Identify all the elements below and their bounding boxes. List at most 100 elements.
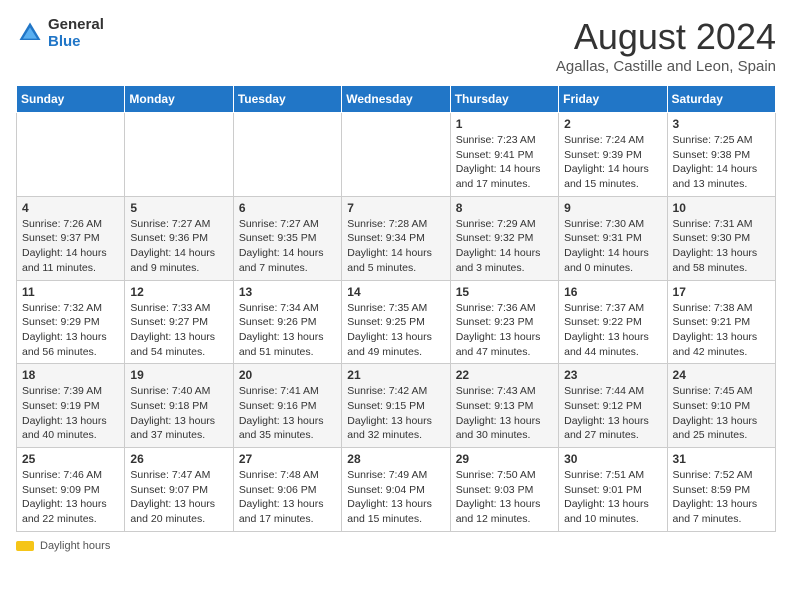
calendar-cell: 16 Sunrise: 7:37 AM Sunset: 9:22 PM Dayli…: [559, 280, 667, 364]
day-info: Sunrise: 7:27 AM Sunset: 9:35 PM Dayligh…: [239, 217, 336, 276]
day-number: 2: [564, 117, 661, 131]
logo-text: General Blue: [48, 16, 104, 50]
day-info: Sunrise: 7:39 AM Sunset: 9:19 PM Dayligh…: [22, 384, 119, 443]
calendar-week-5: 25 Sunrise: 7:46 AM Sunset: 9:09 PM Dayli…: [17, 448, 776, 532]
day-info: Sunrise: 7:50 AM Sunset: 9:03 PM Dayligh…: [456, 468, 553, 527]
calendar-body: 1Sunrise: 7:23 AM Sunset: 9:41 PM Daylig…: [17, 113, 776, 532]
day-number: 17: [673, 285, 770, 299]
col-header-saturday: Saturday: [667, 86, 775, 113]
calendar-cell: 31Sunrise: 7:52 AM Sunset: 8:59 PM Dayli…: [667, 448, 775, 532]
day-info: Sunrise: 7:46 AM Sunset: 9:09 PM Dayligh…: [22, 468, 119, 527]
day-number: 1: [456, 117, 553, 131]
day-number: 9: [564, 201, 661, 215]
calendar-cell: 12 Sunrise: 7:33 AM Sunset: 9:27 PM Dayli…: [125, 280, 233, 364]
logo: General Blue: [16, 16, 104, 50]
col-header-monday: Monday: [125, 86, 233, 113]
day-number: 28: [347, 452, 444, 466]
day-info: Sunrise: 7:43 AM Sunset: 9:13 PM Dayligh…: [456, 384, 553, 443]
calendar-header: SundayMondayTuesdayWednesdayThursdayFrid…: [17, 86, 776, 113]
calendar-week-3: 11 Sunrise: 7:32 AM Sunset: 9:29 PM Dayli…: [17, 280, 776, 364]
calendar-week-4: 18Sunrise: 7:39 AM Sunset: 9:19 PM Dayli…: [17, 364, 776, 448]
col-header-friday: Friday: [559, 86, 667, 113]
day-number: 11: [22, 285, 119, 299]
calendar-cell: [342, 113, 450, 197]
day-number: 8: [456, 201, 553, 215]
day-info: Sunrise: 7:47 AM Sunset: 9:07 PM Dayligh…: [130, 468, 227, 527]
day-number: 3: [673, 117, 770, 131]
calendar-cell: [125, 113, 233, 197]
day-info: Sunrise: 7:26 AM Sunset: 9:37 PM Dayligh…: [22, 217, 119, 276]
calendar-cell: 29 Sunrise: 7:50 AM Sunset: 9:03 PM Dayli…: [450, 448, 558, 532]
day-number: 16: [564, 285, 661, 299]
month-title: August 2024: [556, 16, 776, 58]
day-info: Sunrise: 7:36 AM Sunset: 9:23 PM Dayligh…: [456, 301, 553, 360]
location-subtitle: Agallas, Castille and Leon, Spain: [556, 58, 776, 75]
day-number: 10: [673, 201, 770, 215]
day-info: Sunrise: 7:34 AM Sunset: 9:26 PM Dayligh…: [239, 301, 336, 360]
calendar-cell: 13 Sunrise: 7:34 AM Sunset: 9:26 PM Dayli…: [233, 280, 341, 364]
day-number: 23: [564, 368, 661, 382]
day-info: Sunrise: 7:30 AM Sunset: 9:31 PM Dayligh…: [564, 217, 661, 276]
calendar-cell: 14Sunrise: 7:35 AM Sunset: 9:25 PM Dayli…: [342, 280, 450, 364]
day-info: Sunrise: 7:40 AM Sunset: 9:18 PM Dayligh…: [130, 384, 227, 443]
page-header: General Blue August 2024 Agallas, Castil…: [16, 16, 776, 75]
day-number: 15: [456, 285, 553, 299]
day-number: 20: [239, 368, 336, 382]
calendar-cell: 22 Sunrise: 7:43 AM Sunset: 9:13 PM Dayli…: [450, 364, 558, 448]
calendar-cell: 15 Sunrise: 7:36 AM Sunset: 9:23 PM Dayli…: [450, 280, 558, 364]
day-number: 30: [564, 452, 661, 466]
day-number: 27: [239, 452, 336, 466]
day-number: 14: [347, 285, 444, 299]
calendar-cell: [233, 113, 341, 197]
logo-icon: [16, 19, 44, 47]
calendar-cell: 8Sunrise: 7:29 AM Sunset: 9:32 PM Daylig…: [450, 196, 558, 280]
daylight-label: Daylight hours: [40, 540, 110, 552]
calendar-cell: 17 Sunrise: 7:38 AM Sunset: 9:21 PM Dayli…: [667, 280, 775, 364]
day-info: Sunrise: 7:38 AM Sunset: 9:21 PM Dayligh…: [673, 301, 770, 360]
calendar-cell: 11 Sunrise: 7:32 AM Sunset: 9:29 PM Dayli…: [17, 280, 125, 364]
calendar-cell: [17, 113, 125, 197]
day-number: 12: [130, 285, 227, 299]
calendar-table: SundayMondayTuesdayWednesdayThursdayFrid…: [16, 85, 776, 532]
calendar-cell: 23 Sunrise: 7:44 AM Sunset: 9:12 PM Dayli…: [559, 364, 667, 448]
calendar-cell: 20Sunrise: 7:41 AM Sunset: 9:16 PM Dayli…: [233, 364, 341, 448]
calendar-cell: 6 Sunrise: 7:27 AM Sunset: 9:35 PM Daylig…: [233, 196, 341, 280]
calendar-cell: 5 Sunrise: 7:27 AM Sunset: 9:36 PM Daylig…: [125, 196, 233, 280]
calendar-cell: 25 Sunrise: 7:46 AM Sunset: 9:09 PM Dayli…: [17, 448, 125, 532]
logo-general: General: [48, 16, 104, 33]
day-number: 26: [130, 452, 227, 466]
col-header-wednesday: Wednesday: [342, 86, 450, 113]
calendar-cell: 3 Sunrise: 7:25 AM Sunset: 9:38 PM Daylig…: [667, 113, 775, 197]
calendar-cell: 19Sunrise: 7:40 AM Sunset: 9:18 PM Dayli…: [125, 364, 233, 448]
day-number: 21: [347, 368, 444, 382]
day-number: 29: [456, 452, 553, 466]
day-number: 13: [239, 285, 336, 299]
title-block: August 2024 Agallas, Castille and Leon, …: [556, 16, 776, 75]
calendar-cell: 10Sunrise: 7:31 AM Sunset: 9:30 PM Dayli…: [667, 196, 775, 280]
day-number: 24: [673, 368, 770, 382]
calendar-cell: 2Sunrise: 7:24 AM Sunset: 9:39 PM Daylig…: [559, 113, 667, 197]
day-info: Sunrise: 7:44 AM Sunset: 9:12 PM Dayligh…: [564, 384, 661, 443]
day-number: 25: [22, 452, 119, 466]
day-info: Sunrise: 7:32 AM Sunset: 9:29 PM Dayligh…: [22, 301, 119, 360]
daylight-bar-icon: [16, 541, 34, 551]
day-info: Sunrise: 7:51 AM Sunset: 9:01 PM Dayligh…: [564, 468, 661, 527]
day-info: Sunrise: 7:25 AM Sunset: 9:38 PM Dayligh…: [673, 133, 770, 192]
col-header-sunday: Sunday: [17, 86, 125, 113]
calendar-cell: 1Sunrise: 7:23 AM Sunset: 9:41 PM Daylig…: [450, 113, 558, 197]
day-info: Sunrise: 7:27 AM Sunset: 9:36 PM Dayligh…: [130, 217, 227, 276]
col-header-tuesday: Tuesday: [233, 86, 341, 113]
calendar-cell: 28 Sunrise: 7:49 AM Sunset: 9:04 PM Dayli…: [342, 448, 450, 532]
day-number: 5: [130, 201, 227, 215]
calendar-cell: 9 Sunrise: 7:30 AM Sunset: 9:31 PM Daylig…: [559, 196, 667, 280]
day-number: 6: [239, 201, 336, 215]
day-number: 22: [456, 368, 553, 382]
day-info: Sunrise: 7:37 AM Sunset: 9:22 PM Dayligh…: [564, 301, 661, 360]
day-info: Sunrise: 7:33 AM Sunset: 9:27 PM Dayligh…: [130, 301, 227, 360]
calendar-cell: 24Sunrise: 7:45 AM Sunset: 9:10 PM Dayli…: [667, 364, 775, 448]
calendar-cell: 27Sunrise: 7:48 AM Sunset: 9:06 PM Dayli…: [233, 448, 341, 532]
day-number: 31: [673, 452, 770, 466]
day-info: Sunrise: 7:49 AM Sunset: 9:04 PM Dayligh…: [347, 468, 444, 527]
day-number: 7: [347, 201, 444, 215]
calendar-cell: 7Sunrise: 7:28 AM Sunset: 9:34 PM Daylig…: [342, 196, 450, 280]
